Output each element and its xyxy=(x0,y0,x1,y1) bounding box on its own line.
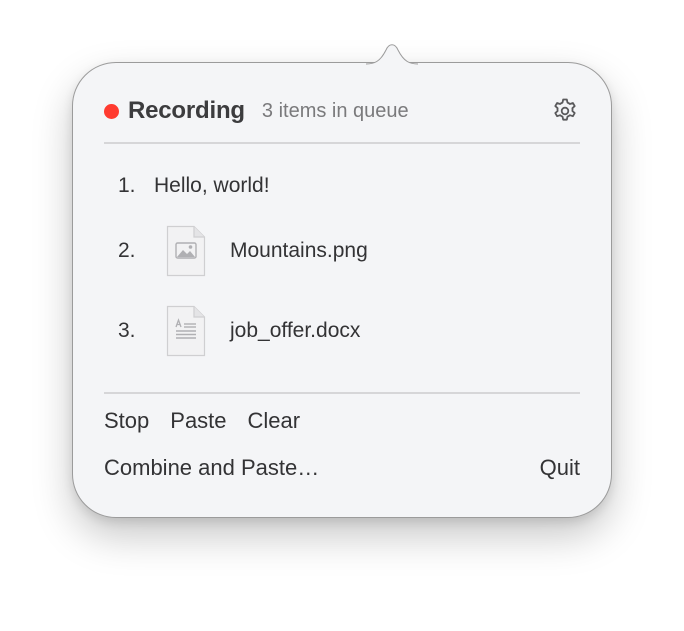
footer-divider xyxy=(104,392,580,394)
paste-button[interactable]: Paste xyxy=(170,408,226,444)
popover-panel xyxy=(72,62,612,518)
queue-item-3[interactable]: 3. job_offer.docx xyxy=(118,305,361,357)
stop-button[interactable]: Stop xyxy=(104,408,149,444)
queue-item-label: job_offer.docx xyxy=(230,319,361,342)
gear-icon[interactable] xyxy=(550,96,580,126)
queue-item-number: 1. xyxy=(118,174,136,197)
quit-button[interactable]: Quit xyxy=(540,455,580,491)
queue-item-1[interactable]: 1. Hello, world! xyxy=(118,161,270,211)
recording-indicator-icon xyxy=(104,103,119,119)
header: Recording 3 items in queue xyxy=(104,92,580,130)
queue-item-label: Mountains.png xyxy=(230,239,368,262)
action-row: Stop Paste Clear xyxy=(104,408,321,444)
queue-item-number: 3. xyxy=(118,319,136,342)
header-divider xyxy=(104,142,580,144)
queue-item-number: 2. xyxy=(118,239,136,262)
combine-and-paste-button[interactable]: Combine and Paste… xyxy=(104,455,319,491)
queue-count: 3 items in queue xyxy=(261,99,409,122)
queue-item-2[interactable]: 2. Mountains.png xyxy=(118,225,368,277)
recording-status: Recording xyxy=(128,97,245,124)
popover-arrow xyxy=(366,44,418,66)
clear-button[interactable]: Clear xyxy=(248,408,301,444)
bottom-action-row: Combine and Paste… Quit xyxy=(104,455,580,491)
clipboard-popover: Recording 3 items in queue 1. Hello, wor… xyxy=(0,0,684,631)
image-file-icon xyxy=(166,225,206,277)
queue-item-label: Hello, world! xyxy=(154,174,270,197)
document-file-icon xyxy=(166,305,206,357)
